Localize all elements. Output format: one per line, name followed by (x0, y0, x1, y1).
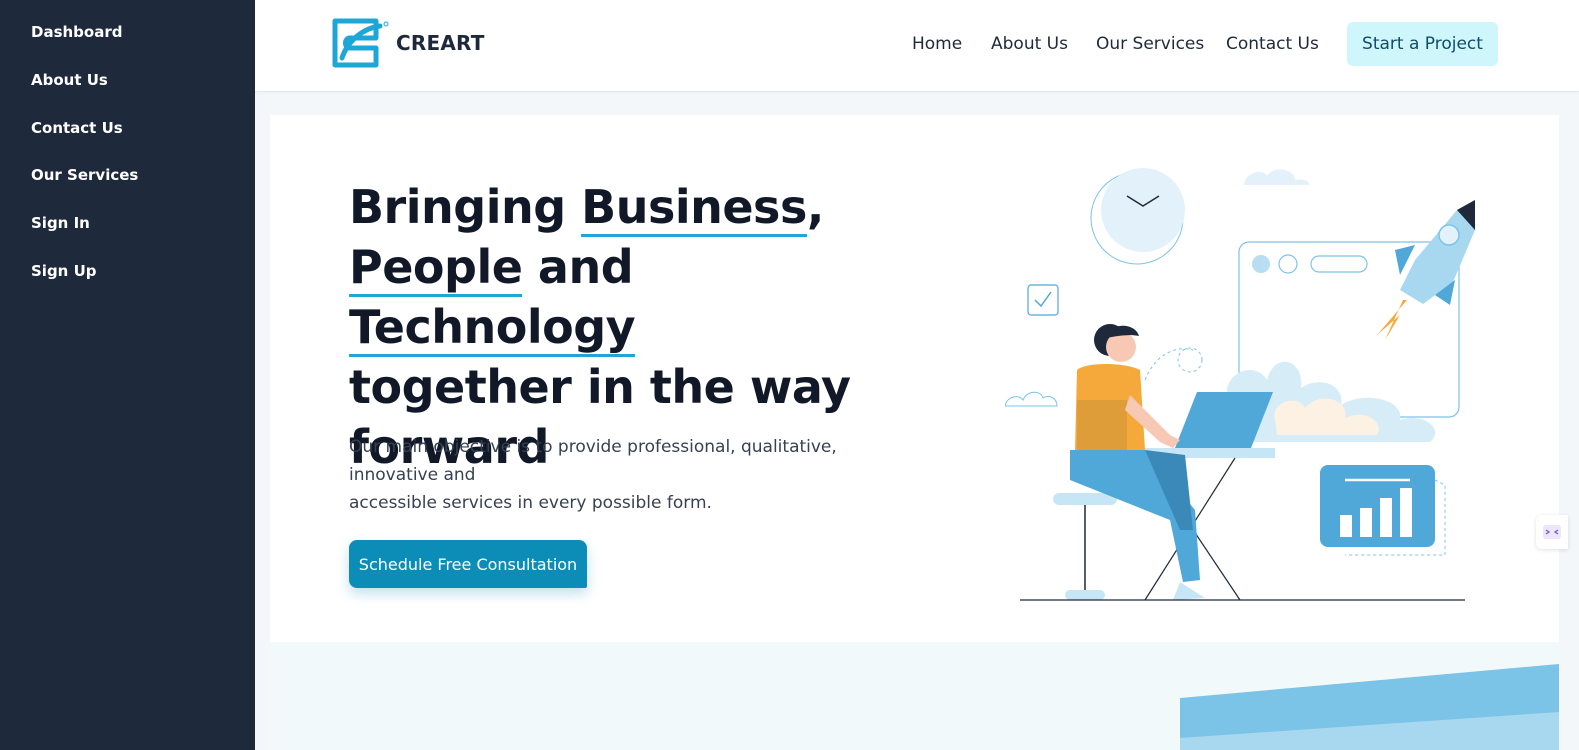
sidebar-item-about-us[interactable]: About Us (31, 71, 108, 89)
sidebar-item-our-services[interactable]: Our Services (31, 166, 138, 184)
hero-title: Bringing Business, People and Technology t… (349, 177, 929, 477)
hero-title-highlight-people: People (349, 240, 523, 297)
sidebar-item-dashboard[interactable]: Dashboard (31, 23, 122, 41)
decorative-shape (1180, 664, 1559, 750)
sidebar-item-sign-up[interactable]: Sign Up (31, 262, 97, 280)
nav-link-our-services[interactable]: Our Services (1096, 34, 1204, 54)
hero-title-word: and (522, 240, 634, 294)
nav-link-about-us[interactable]: About Us (991, 34, 1068, 54)
hero-title-highlight-technology: Technology (349, 300, 636, 357)
hero-description-line: accessible services in every possible fo… (349, 493, 712, 513)
nav-link-home[interactable]: Home (912, 34, 962, 54)
lower-section (270, 642, 1559, 750)
sidebar: Dashboard About Us Contact Us Our Servic… (0, 0, 255, 750)
top-navbar: CREART Home About Us Our Services Contac… (255, 0, 1579, 92)
translate-widget-icon (1543, 525, 1561, 539)
hero-title-word: , (806, 180, 824, 234)
logo-text: CREART (396, 31, 485, 55)
hero-title-highlight-business: Business (581, 180, 807, 237)
sidebar-item-sign-in[interactable]: Sign In (31, 214, 90, 232)
hero-illustration (1005, 168, 1475, 601)
logo[interactable]: CREART (332, 18, 485, 68)
hero-description: Our main objective is to provide profess… (349, 433, 909, 517)
hero-title-word: Bringing (349, 180, 582, 234)
hero-section: Bringing Business, People and Technology t… (270, 115, 1559, 642)
nav-link-contact-us[interactable]: Contact Us (1226, 34, 1319, 54)
creart-logo-icon (332, 18, 389, 68)
translate-widget[interactable] (1536, 515, 1568, 549)
sidebar-item-contact-us[interactable]: Contact Us (31, 119, 123, 137)
schedule-consultation-button[interactable]: Schedule Free Consultation (349, 540, 587, 588)
start-project-button[interactable]: Start a Project (1347, 22, 1498, 66)
hero-description-line: Our main objective is to provide profess… (349, 437, 837, 485)
